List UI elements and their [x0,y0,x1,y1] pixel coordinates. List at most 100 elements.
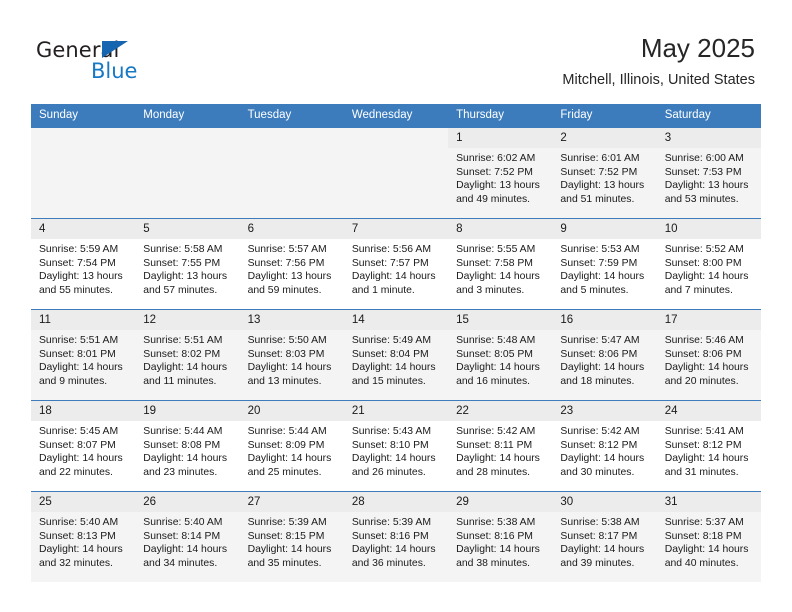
sunset-text: Sunset: 8:11 PM [456,439,533,451]
calendar-day-cell[interactable]: 25 Sunrise: 5:40 AM Sunset: 8:13 PM Dayligh… [31,491,136,582]
weekday-header-sunday: Sunday [31,104,136,128]
day-details: Sunrise: 5:59 AM Sunset: 7:54 PM Daylight:… [31,239,135,297]
daylight-text-line1: Daylight: 13 hours [560,180,645,192]
calendar-body: 1 Sunrise: 6:02 AM Sunset: 7:52 PM Daylight… [31,127,761,582]
calendar-day-cell[interactable]: 15 Sunrise: 5:48 AM Sunset: 8:05 PM Dayligh… [448,309,553,401]
calendar-day-cell[interactable]: 21 Sunrise: 5:43 AM Sunset: 8:10 PM Dayligh… [343,400,449,492]
sunrise-text: Sunrise: 5:51 AM [39,335,119,346]
sunrise-text: Sunrise: 5:38 AM [560,517,640,528]
daylight-text-line2: and 9 minutes. [39,375,108,387]
sunrise-text: Sunrise: 6:00 AM [664,153,744,164]
daylight-text-line2: and 22 minutes. [39,466,113,478]
calendar-day-cell[interactable]: 8 Sunrise: 5:55 AM Sunset: 7:58 PM Daylight… [448,218,553,310]
calendar-day-cell[interactable]: 20 Sunrise: 5:44 AM Sunset: 8:09 PM Dayligh… [239,400,344,492]
calendar-day-cell[interactable]: 22 Sunrise: 5:42 AM Sunset: 8:11 PM Dayligh… [448,400,553,492]
sunset-text: Sunset: 8:16 PM [351,530,429,542]
daylight-text-line2: and 5 minutes. [560,284,629,296]
sunset-text: Sunset: 8:16 PM [456,530,533,542]
calendar-day-cell[interactable]: 3 Sunrise: 6:00 AM Sunset: 7:53 PM Daylight… [656,127,761,219]
day-number: 22 [448,401,553,421]
calendar-day-cell[interactable]: 16 Sunrise: 5:47 AM Sunset: 8:06 PM Dayligh… [552,309,657,401]
day-number: 29 [448,492,553,512]
sunset-text: Sunset: 8:13 PM [39,530,116,542]
calendar-day-cell[interactable]: 12 Sunrise: 5:51 AM Sunset: 8:02 PM Dayligh… [135,309,240,401]
sunrise-text: Sunrise: 5:57 AM [247,244,327,255]
weekday-header-wednesday: Wednesday [343,104,449,128]
calendar-day-cell[interactable]: 31 Sunrise: 5:37 AM Sunset: 8:18 PM Dayligh… [656,491,761,582]
day-number: 10 [656,219,761,239]
calendar-day-cell[interactable]: 27 Sunrise: 5:39 AM Sunset: 8:15 PM Dayligh… [239,491,344,582]
calendar-day-cell[interactable]: 6 Sunrise: 5:57 AM Sunset: 7:56 PM Daylight… [239,218,344,310]
daylight-text-line1: Daylight: 14 hours [351,453,436,465]
sunrise-text: Sunrise: 5:55 AM [456,244,536,255]
calendar-day-cell[interactable]: 23 Sunrise: 5:42 AM Sunset: 8:12 PM Dayligh… [552,400,657,492]
daylight-text-line2: and 1 minute. [351,284,415,296]
calendar-day-cell[interactable]: 4 Sunrise: 5:59 AM Sunset: 7:54 PM Daylight… [31,218,136,310]
calendar-day-cell[interactable]: 10 Sunrise: 5:52 AM Sunset: 8:00 PM Dayligh… [656,218,761,310]
daylight-text-line1: Daylight: 13 hours [456,180,540,192]
daylight-text-line2: and 13 minutes. [247,375,322,387]
calendar-day-cell[interactable]: 30 Sunrise: 5:38 AM Sunset: 8:17 PM Dayligh… [552,491,657,582]
sunset-text: Sunset: 8:06 PM [664,348,742,360]
daylight-text-line2: and 35 minutes. [247,557,322,569]
calendar-day-cell[interactable]: 18 Sunrise: 5:45 AM Sunset: 8:07 PM Dayligh… [31,400,136,492]
calendar-day-cell[interactable]: 29 Sunrise: 5:38 AM Sunset: 8:16 PM Dayligh… [448,491,553,582]
day-details: Sunrise: 5:41 AM Sunset: 8:12 PM Daylight:… [657,421,761,479]
day-details: Sunrise: 6:01 AM Sunset: 7:52 PM Daylight:… [552,148,656,206]
title-block: May 2025 Mitchell, Illinois, United Stat… [562,32,755,89]
day-number: 26 [135,492,240,512]
sunrise-text: Sunrise: 5:59 AM [39,244,119,255]
daylight-text-line2: and 7 minutes. [664,284,733,296]
calendar-week-row: 11 Sunrise: 5:51 AM Sunset: 8:01 PM Dayligh… [31,309,761,401]
page-header: General Blue May 2025 Mitchell, Illinois… [0,0,792,104]
daylight-text-line1: Daylight: 14 hours [560,362,645,374]
day-details: Sunrise: 5:51 AM Sunset: 8:02 PM Daylight:… [135,330,239,388]
sunrise-text: Sunrise: 5:47 AM [560,335,640,346]
sunrise-text: Sunrise: 5:52 AM [664,244,744,255]
calendar-day-cell[interactable]: 13 Sunrise: 5:50 AM Sunset: 8:03 PM Dayligh… [239,309,344,401]
daylight-text-line1: Daylight: 14 hours [351,544,436,556]
day-details: Sunrise: 5:44 AM Sunset: 8:09 PM Daylight:… [240,421,344,479]
day-details: Sunrise: 5:39 AM Sunset: 8:16 PM Daylight:… [344,512,448,570]
weekday-header-saturday: Saturday [656,104,761,128]
daylight-text-line1: Daylight: 14 hours [456,453,540,465]
sunset-text: Sunset: 8:05 PM [456,348,533,360]
sunrise-text: Sunrise: 5:44 AM [247,426,327,437]
calendar-table: Sunday Monday Tuesday Wednesday Thursday… [31,104,761,582]
calendar-day-cell[interactable]: 9 Sunrise: 5:53 AM Sunset: 7:59 PM Daylight… [552,218,657,310]
calendar-day-cell[interactable]: 28 Sunrise: 5:39 AM Sunset: 8:16 PM Dayligh… [343,491,449,582]
day-details: Sunrise: 5:51 AM Sunset: 8:01 PM Daylight:… [31,330,135,388]
calendar-day-cell[interactable]: 26 Sunrise: 5:40 AM Sunset: 8:14 PM Dayligh… [135,491,240,582]
day-details: Sunrise: 5:53 AM Sunset: 7:59 PM Daylight:… [552,239,656,297]
general-blue-logo[interactable]: General Blue [36,38,176,86]
calendar-day-cell[interactable]: 1 Sunrise: 6:02 AM Sunset: 7:52 PM Daylight… [448,127,553,219]
daylight-text-line1: Daylight: 14 hours [664,362,749,374]
sunset-text: Sunset: 8:10 PM [351,439,429,451]
day-number: 13 [239,310,344,330]
calendar-day-cell[interactable]: 5 Sunrise: 5:58 AM Sunset: 7:55 PM Daylight… [135,218,240,310]
sunrise-text: Sunrise: 5:41 AM [664,426,744,437]
calendar-day-cell[interactable]: 7 Sunrise: 5:56 AM Sunset: 7:57 PM Daylight… [343,218,449,310]
day-details: Sunrise: 5:56 AM Sunset: 7:57 PM Daylight:… [344,239,448,297]
calendar-day-cell[interactable]: 14 Sunrise: 5:49 AM Sunset: 8:04 PM Dayligh… [343,309,449,401]
calendar-day-cell[interactable]: 17 Sunrise: 5:46 AM Sunset: 8:06 PM Dayligh… [656,309,761,401]
daylight-text-line2: and 3 minutes. [456,284,525,296]
calendar-day-cell[interactable]: 11 Sunrise: 5:51 AM Sunset: 8:01 PM Dayligh… [31,309,136,401]
sunset-text: Sunset: 8:14 PM [143,530,221,542]
daylight-text-line2: and 34 minutes. [143,557,218,569]
calendar-day-cell[interactable]: 24 Sunrise: 5:41 AM Sunset: 8:12 PM Dayligh… [656,400,761,492]
day-details: Sunrise: 5:55 AM Sunset: 7:58 PM Daylight:… [448,239,552,297]
daylight-text-line1: Daylight: 14 hours [247,544,332,556]
daylight-text-line1: Daylight: 14 hours [560,271,645,283]
daylight-text-line2: and 25 minutes. [247,466,322,478]
sunset-text: Sunset: 7:58 PM [456,257,533,269]
calendar-day-cell[interactable]: 2 Sunrise: 6:01 AM Sunset: 7:52 PM Daylight… [552,127,657,219]
calendar-day-cell[interactable]: 19 Sunrise: 5:44 AM Sunset: 8:08 PM Dayligh… [135,400,240,492]
sunset-text: Sunset: 8:00 PM [664,257,742,269]
sunset-text: Sunset: 8:07 PM [39,439,116,451]
day-details: Sunrise: 5:48 AM Sunset: 8:05 PM Daylight:… [448,330,552,388]
daylight-text-line2: and 26 minutes. [351,466,426,478]
daylight-text-line2: and 49 minutes. [456,193,531,205]
daylight-text-line1: Daylight: 14 hours [664,453,749,465]
day-details: Sunrise: 5:39 AM Sunset: 8:15 PM Daylight:… [240,512,344,570]
